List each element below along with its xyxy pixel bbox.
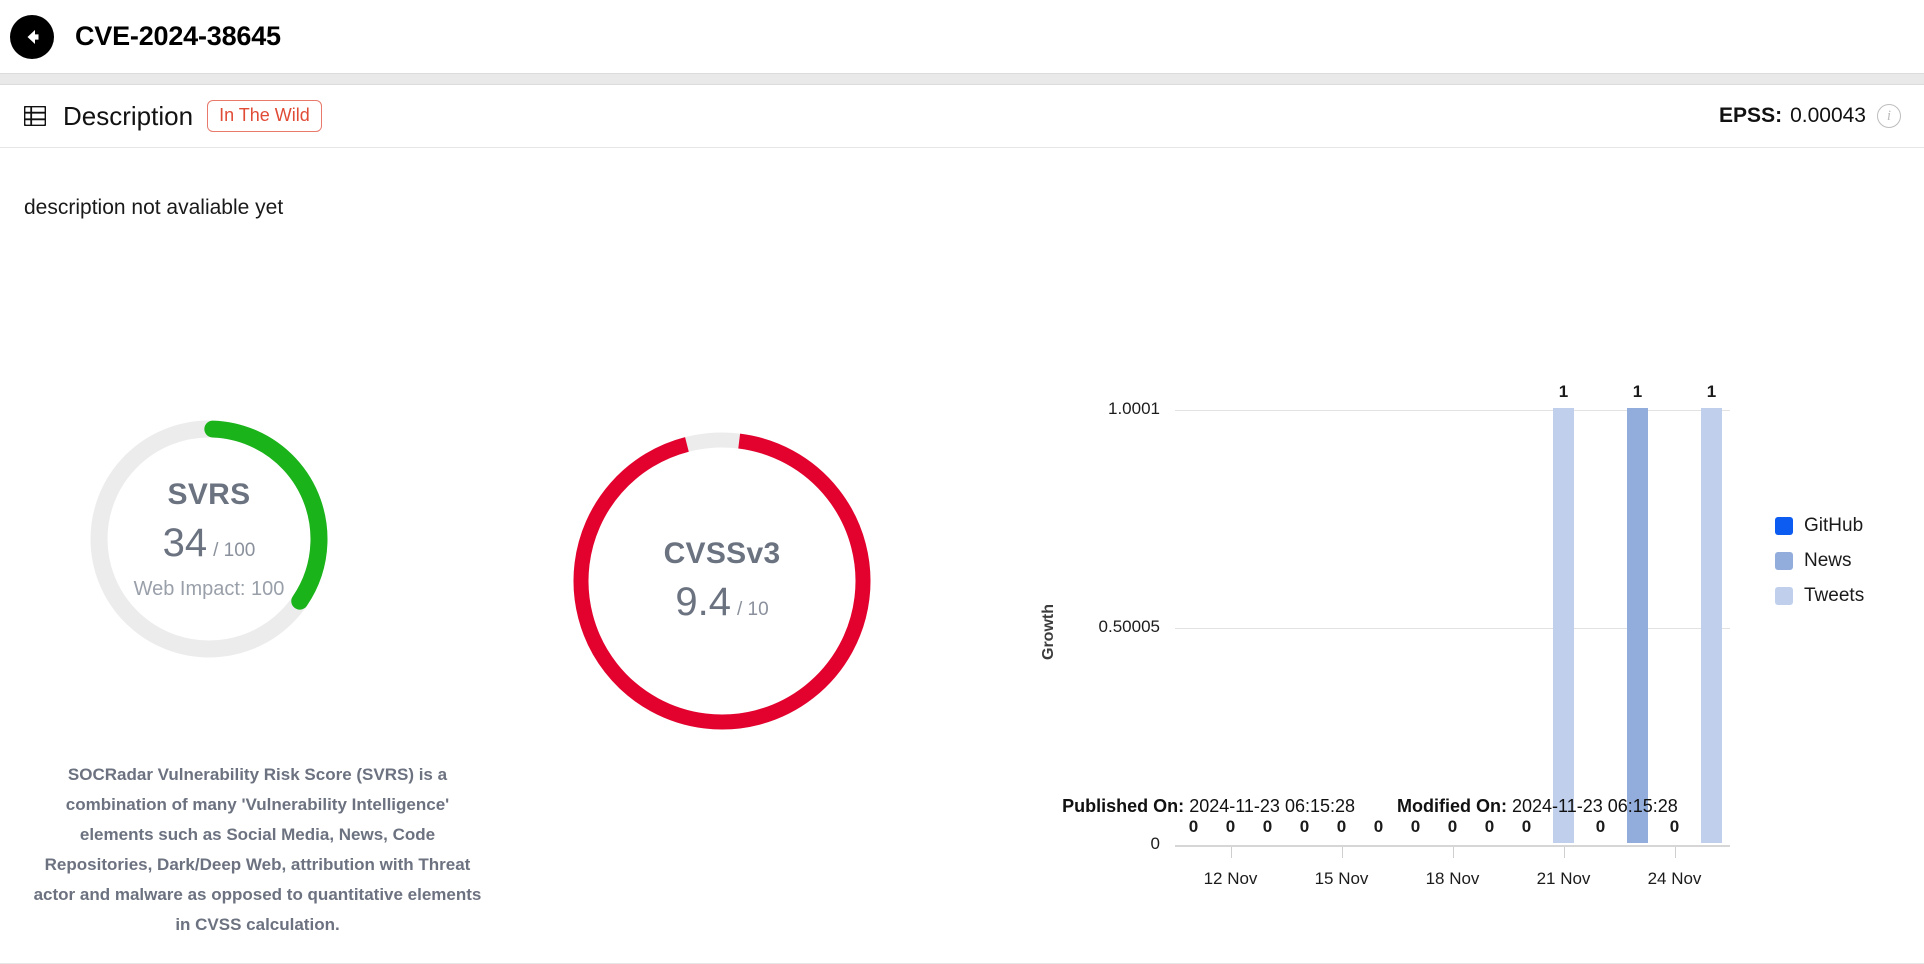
chart-bar-value-label: 0: [1669, 817, 1680, 836]
legend-swatch-icon: [1775, 587, 1793, 605]
legend-swatch-icon: [1775, 552, 1793, 570]
chart-x-tick-label: 15 Nov: [1314, 869, 1369, 888]
published-on-label: Published On:: [1062, 796, 1185, 816]
chart-x-tick-mark: [1341, 847, 1343, 858]
epss-label: EPSS:: [1719, 104, 1783, 127]
chart-bar-value-label: 0: [1299, 817, 1310, 836]
arrow-left-circle-icon: [19, 24, 45, 50]
chart-x-tick-mark: [1452, 847, 1454, 858]
description-header: Description In The Wild EPSS: 0.00043 i: [0, 85, 1924, 148]
chart-bars: 0 0 0 0 0 0 0 0 0 0 1 0 1 0 1: [1175, 382, 1730, 843]
svrs-gauge: SVRS 34 / 100 Web Impact: 100: [86, 416, 332, 662]
cvss-score-line: 9.4 / 10: [675, 580, 768, 625]
chart-bar-slot[interactable]: 1: [1619, 382, 1656, 843]
description-section-label: Description: [63, 100, 194, 131]
chart-bar-value-label: 0: [1447, 817, 1458, 836]
chart-bar-value-label: 0: [1521, 817, 1532, 836]
chart-x-ticks: 12 Nov 15 Nov 18 Nov 21 Nov 24 Nov: [1175, 847, 1730, 893]
chart-bar[interactable]: [1627, 408, 1648, 843]
chart-bar-slot[interactable]: 0: [1360, 410, 1397, 843]
chart-legend-item[interactable]: GitHub: [1775, 515, 1864, 537]
chart-bar-slot[interactable]: 0: [1286, 410, 1323, 843]
back-button[interactable]: [10, 14, 54, 59]
epss-block: EPSS: 0.00043 i: [1719, 104, 1901, 128]
chart-bar-slot[interactable]: 0: [1175, 410, 1212, 843]
chart-bar-slot[interactable]: 0: [1323, 410, 1360, 843]
main-content: description not avaliable yet SVRS 34 / …: [0, 148, 1924, 964]
chart-bar-value-label: 1: [1706, 382, 1717, 402]
chart-x-tick-label: 24 Nov: [1647, 869, 1702, 888]
info-circle-icon[interactable]: i: [1877, 104, 1901, 128]
chart-bar-value-label: 0: [1410, 817, 1421, 836]
chart-x-tick-mark: [1230, 847, 1232, 858]
modified-on-label: Modified On:: [1397, 796, 1507, 816]
chart-bar-value-label: 0: [1336, 817, 1347, 836]
in-the-wild-badge[interactable]: In The Wild: [207, 100, 322, 132]
chart-bar-value-label: 0: [1595, 817, 1606, 836]
chart-x-tick-label: 18 Nov: [1425, 869, 1480, 888]
cvss-gauge: CVSSv3 9.4 / 10: [567, 426, 877, 736]
chart-bar-slot[interactable]: 0: [1397, 410, 1434, 843]
chart-bar-value-label: 0: [1373, 817, 1384, 836]
chart-y-tick-label: 1.0001: [1108, 399, 1160, 418]
cvss-gauge-center: CVSSv3 9.4 / 10: [567, 426, 877, 736]
description-header-left: Description In The Wild: [24, 100, 322, 132]
chart-bar-value-label: 1: [1558, 382, 1569, 402]
chart-y-tick-label: 0: [1150, 834, 1160, 853]
chart-bar-value-label: 0: [1225, 817, 1236, 836]
published-on: Published On: 2024-11-23 06:15:28: [1062, 796, 1355, 817]
legend-swatch-icon: [1775, 517, 1793, 535]
description-body-text: description not avaliable yet: [24, 196, 284, 219]
legend-label: Tweets: [1804, 585, 1865, 606]
chart-bar-slot[interactable]: 0: [1212, 410, 1249, 843]
chart-bar-slot[interactable]: 1: [1693, 382, 1730, 843]
chart-x-tick-mark: [1563, 847, 1565, 858]
chart-bar-slot[interactable]: 0: [1249, 410, 1286, 843]
svrs-max: / 100: [213, 539, 256, 561]
chart-bar-slot[interactable]: 0: [1582, 410, 1619, 843]
chart-bar-slot[interactable]: 0: [1508, 410, 1545, 843]
svrs-explanation: SOCRadar Vulnerability Risk Score (SVRS)…: [33, 765, 482, 934]
chart-legend-item[interactable]: News: [1775, 550, 1864, 572]
chart-bar-slot[interactable]: 0: [1434, 410, 1471, 843]
cvss-label: CVSSv3: [663, 537, 781, 570]
chart-bar[interactable]: [1553, 408, 1574, 843]
chart-x-tick-label: 21 Nov: [1536, 869, 1591, 888]
svrs-score: 34: [162, 520, 208, 565]
chart-plot-area: 0 0 0 0 0 0 0 0 0 0 1 0 1 0 1: [1175, 382, 1730, 847]
chart-legend-item[interactable]: Tweets: [1775, 585, 1864, 607]
chart-bar-value-label: 0: [1188, 817, 1199, 836]
svrs-web-impact: Web Impact: 100: [133, 577, 285, 600]
legend-label: News: [1804, 550, 1852, 571]
epss-value: 0.00043: [1790, 104, 1866, 127]
svrs-score-line: 34 / 100: [163, 521, 256, 566]
legend-label: GitHub: [1804, 515, 1864, 536]
chart-legend: GitHub News Tweets: [1775, 515, 1864, 620]
chart-bar-value-label: 0: [1262, 817, 1273, 836]
modified-on-value: 2024-11-23 06:15:28: [1512, 796, 1678, 816]
chart-bar-slot[interactable]: 0: [1471, 410, 1508, 843]
cvss-score: 9.4: [675, 580, 731, 624]
page-title: CVE-2024-38645: [75, 21, 281, 51]
published-on-value: 2024-11-23 06:15:28: [1189, 796, 1356, 816]
svrs-label: SVRS: [167, 477, 251, 511]
chart-bar[interactable]: [1701, 408, 1722, 843]
header-divider: [0, 73, 1924, 85]
chart-bar-slot[interactable]: 1: [1545, 382, 1582, 843]
chart-bar-value-label: 0: [1484, 817, 1495, 836]
chart-bar-value-label: 1: [1632, 382, 1643, 402]
table-list-icon: [24, 106, 46, 126]
chart-x-tick-label: 12 Nov: [1203, 869, 1258, 888]
chart-bar-slot[interactable]: 0: [1656, 410, 1693, 843]
svrs-gauge-center: SVRS 34 / 100 Web Impact: 100: [86, 416, 332, 662]
chart-y-tick-label: 0.50005: [1098, 616, 1160, 636]
date-footer: Published On: 2024-11-23 06:15:28 Modifi…: [1020, 796, 1720, 817]
page-header: CVE-2024-38645: [0, 0, 1924, 73]
chart-x-tick-mark: [1674, 847, 1676, 858]
cvss-max: / 10: [736, 599, 769, 620]
modified-on: Modified On: 2024-11-23 06:15:28: [1397, 796, 1678, 817]
